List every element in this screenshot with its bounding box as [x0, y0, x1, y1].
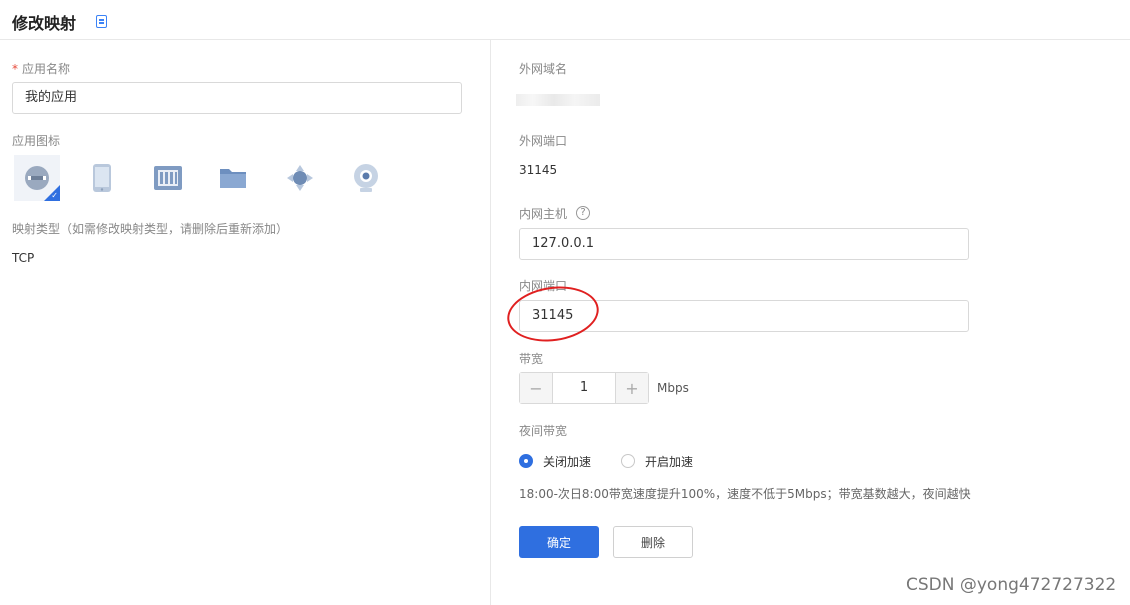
radio-accel-off[interactable] — [519, 454, 533, 468]
check-icon: ✓ — [51, 191, 58, 200]
app-name-input[interactable]: 我的应用 — [12, 82, 462, 114]
tablet-icon-option[interactable] — [79, 155, 125, 201]
delete-button[interactable]: 删除 — [613, 526, 693, 558]
header-bar: 修改映射 — [0, 0, 1130, 40]
radio-accel-off-label[interactable]: 关闭加速 — [543, 453, 591, 470]
ext-port-label: 外网端口 — [519, 134, 568, 148]
watermark: CSDN @yong472727322 — [906, 575, 1117, 595]
help-icon[interactable]: ? — [576, 206, 590, 220]
confirm-button[interactable]: 确定 — [519, 526, 599, 558]
app-icon-label: 应用图标 — [12, 134, 61, 148]
required-mark: * — [12, 62, 18, 76]
column-divider — [490, 40, 491, 605]
nas-icon-option[interactable] — [145, 155, 191, 201]
increment-button[interactable]: + — [615, 373, 648, 403]
bandwidth-stepper[interactable]: − 1 + — [519, 372, 649, 404]
bandwidth-label: 带宽 — [519, 352, 544, 366]
bandwidth-unit: Mbps — [657, 381, 689, 395]
document-icon[interactable] — [96, 15, 107, 28]
mapping-type-value: TCP — [12, 251, 35, 265]
ext-domain-label: 外网域名 — [519, 62, 568, 76]
remote-icon-option[interactable] — [277, 155, 323, 201]
webcam-icon — [354, 164, 378, 192]
night-bandwidth-label: 夜间带宽 — [519, 424, 568, 438]
ie-icon-option[interactable]: ✓ — [14, 155, 60, 201]
app-name-label: * 应用名称 — [12, 62, 71, 76]
folder-icon — [220, 169, 246, 188]
mapping-type-label: 映射类型（如需修改映射类型，请删除后重新添加） — [12, 222, 289, 236]
bandwidth-value[interactable]: 1 — [553, 373, 615, 403]
folder-icon-option[interactable] — [210, 155, 256, 201]
int-host-label: 内网主机 — [519, 207, 568, 221]
radio-accel-on[interactable] — [621, 454, 635, 468]
ext-domain-redacted — [516, 94, 600, 106]
ext-port-value: 31145 — [519, 163, 558, 177]
page-title: 修改映射 — [12, 14, 77, 33]
remote-icon — [287, 165, 313, 191]
int-host-input[interactable]: 127.0.0.1 — [519, 228, 969, 260]
radio-accel-on-label[interactable]: 开启加速 — [645, 453, 693, 470]
webcam-icon-option[interactable] — [343, 155, 389, 201]
decrement-button[interactable]: − — [520, 373, 553, 403]
night-note: 18:00-次日8:00带宽速度提升100%，速度不低于5Mbps；带宽基数越大… — [519, 487, 971, 501]
tablet-icon — [93, 164, 111, 192]
nas-icon — [154, 166, 182, 190]
